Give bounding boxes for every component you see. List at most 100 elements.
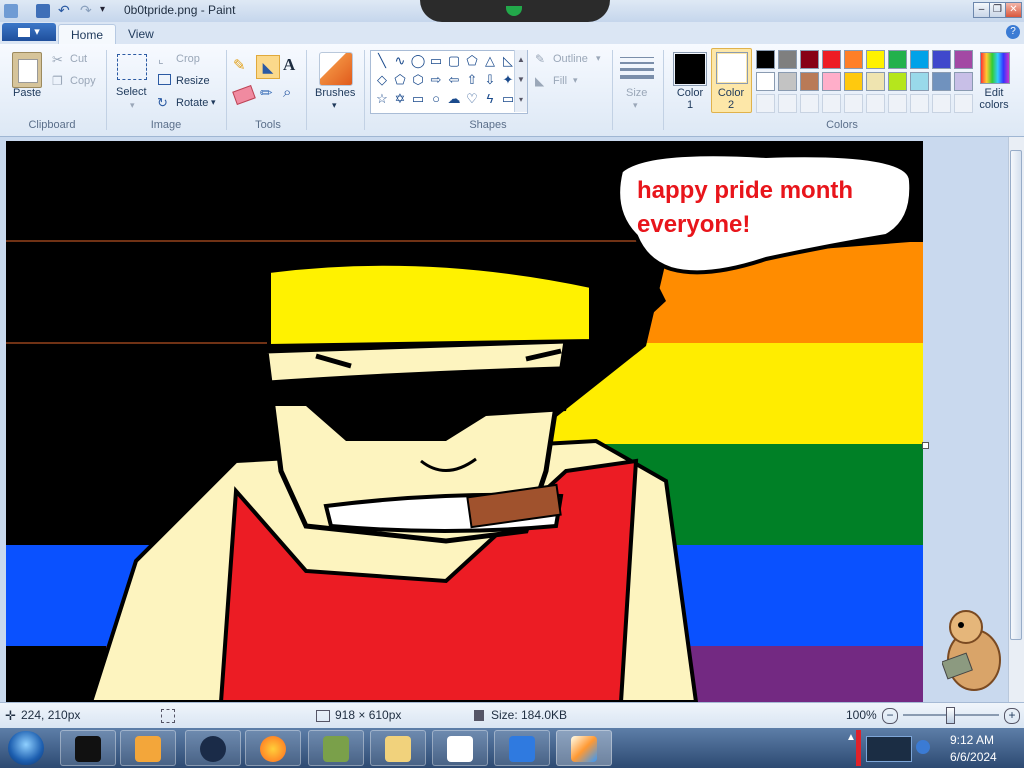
palette-swatch[interactable]: [954, 50, 973, 69]
hexagon-shape-icon[interactable]: ⬡: [410, 72, 426, 88]
tab-view[interactable]: View: [116, 24, 166, 44]
rotate-button[interactable]: Rotate: [176, 97, 208, 109]
palette-swatch[interactable]: [844, 72, 863, 91]
polygon-shape-icon[interactable]: ⬠: [464, 53, 480, 69]
palette-swatch[interactable]: [910, 50, 929, 69]
palette-empty-swatch[interactable]: [756, 94, 775, 113]
palette-empty-swatch[interactable]: [822, 94, 841, 113]
six-point-star-shape-icon[interactable]: ✡: [392, 91, 408, 107]
left-arrow-shape-icon[interactable]: ⇦: [446, 72, 462, 88]
magnifier-icon[interactable]: ⌕: [283, 84, 291, 101]
size-icon[interactable]: [620, 54, 654, 80]
size-button[interactable]: Size: [626, 87, 647, 99]
rotate-dropdown-icon[interactable]: ▾: [211, 97, 216, 108]
pentagon-shape-icon[interactable]: ⬠: [392, 72, 408, 88]
rect-callout-shape-icon[interactable]: ▭: [410, 91, 426, 107]
diamond-shape-icon[interactable]: ◇: [374, 72, 390, 88]
color-picker-icon[interactable]: ✏: [260, 84, 273, 102]
palette-swatch[interactable]: [756, 50, 775, 69]
palette-swatch[interactable]: [932, 50, 951, 69]
color2-button[interactable]: Color 2: [714, 87, 748, 111]
palette-swatch[interactable]: [844, 50, 863, 69]
pencil-icon[interactable]: ✎: [233, 56, 253, 76]
five-point-star-shape-icon[interactable]: ☆: [374, 91, 390, 107]
resize-button[interactable]: Resize: [176, 75, 210, 87]
shapes-scroll-icon[interactable]: ▲ ▼ ▾: [514, 50, 527, 112]
canvas-resize-handle[interactable]: [922, 442, 929, 449]
palette-empty-swatch[interactable]: [844, 94, 863, 113]
drawing-canvas[interactable]: happy pride month everyone!: [6, 141, 923, 702]
cloud-callout-shape-icon[interactable]: ☁: [446, 91, 462, 107]
palette-swatch[interactable]: [888, 72, 907, 91]
palette-empty-swatch[interactable]: [866, 94, 885, 113]
color1-button[interactable]: Color 1: [675, 87, 705, 111]
palette-empty-swatch[interactable]: [910, 94, 929, 113]
cut-button[interactable]: Cut: [70, 53, 87, 65]
palette-swatch[interactable]: [822, 72, 841, 91]
palette-swatch[interactable]: [822, 50, 841, 69]
tray-app-icon[interactable]: [916, 740, 930, 754]
select-button[interactable]: Select: [116, 86, 147, 98]
taskbar-item-globe[interactable]: [185, 730, 241, 766]
save-icon[interactable]: [36, 4, 50, 18]
palette-swatch[interactable]: [954, 72, 973, 91]
outline-dropdown-icon[interactable]: ▾: [596, 53, 601, 64]
minimize-button[interactable]: –: [973, 2, 990, 18]
fill-button[interactable]: Fill: [553, 75, 567, 87]
crop-button[interactable]: Crop: [176, 53, 200, 65]
palette-swatch[interactable]: [866, 50, 885, 69]
palette-swatch[interactable]: [910, 72, 929, 91]
curve-shape-icon[interactable]: ∿: [392, 53, 408, 69]
palette-swatch[interactable]: [932, 72, 951, 91]
color2-swatch[interactable]: [716, 52, 748, 84]
clock-time[interactable]: 9:12 AM: [950, 733, 994, 747]
palette-swatch[interactable]: [800, 50, 819, 69]
start-button[interactable]: [8, 731, 44, 765]
tray-expand-icon[interactable]: ▲: [846, 732, 856, 743]
help-icon[interactable]: ?: [1006, 25, 1020, 39]
paint-app-icon[interactable]: [4, 4, 18, 18]
palette-empty-swatch[interactable]: [888, 94, 907, 113]
palette-empty-swatch[interactable]: [778, 94, 797, 113]
brushes-icon[interactable]: [319, 52, 353, 86]
taskbar-item-hamster-box[interactable]: [308, 730, 364, 766]
close-button[interactable]: ✕: [1005, 2, 1022, 18]
app-menu-button[interactable]: ▾: [2, 23, 56, 41]
taskbar-item-paint[interactable]: [556, 730, 612, 766]
triangle-shape-icon[interactable]: △: [482, 53, 498, 69]
line-shape-icon[interactable]: ╲: [374, 53, 390, 69]
taskbar-item-solitaire[interactable]: [432, 730, 488, 766]
up-arrow-shape-icon[interactable]: ⇧: [464, 72, 480, 88]
palette-swatch[interactable]: [778, 50, 797, 69]
vertical-scrollbar-thumb[interactable]: [1010, 150, 1022, 640]
quick-access-dropdown-icon[interactable]: ▾: [100, 4, 105, 15]
paste-button[interactable]: Paste: [13, 87, 41, 99]
select-icon[interactable]: [117, 54, 147, 80]
oval-shape-icon[interactable]: ◯: [410, 53, 426, 69]
brushes-button[interactable]: Brushes: [315, 87, 355, 99]
palette-swatch[interactable]: [756, 72, 775, 91]
undo-icon[interactable]: ↶: [58, 2, 70, 19]
palette-empty-swatch[interactable]: [800, 94, 819, 113]
zoom-out-button[interactable]: −: [882, 708, 898, 724]
taskbar-item-firefox[interactable]: [245, 730, 301, 766]
copy-button[interactable]: Copy: [70, 75, 96, 87]
size-dropdown-icon[interactable]: ▾: [633, 100, 638, 111]
palette-swatch[interactable]: [866, 72, 885, 91]
clock-date[interactable]: 6/6/2024: [950, 750, 997, 764]
taskbar-item-media[interactable]: [120, 730, 176, 766]
taskbar-item-explorer[interactable]: [370, 730, 426, 766]
down-arrow-shape-icon[interactable]: ⇩: [482, 72, 498, 88]
brushes-dropdown-icon[interactable]: ▾: [332, 100, 337, 111]
color1-swatch[interactable]: [673, 52, 707, 86]
palette-swatch[interactable]: [800, 72, 819, 91]
oval-callout-shape-icon[interactable]: ○: [428, 91, 444, 107]
tab-home[interactable]: Home: [58, 24, 117, 45]
taskbar-item-app[interactable]: [494, 730, 550, 766]
fill-dropdown-icon[interactable]: ▾: [573, 75, 578, 86]
outline-button[interactable]: Outline: [553, 53, 588, 65]
text-tool-icon[interactable]: A: [283, 55, 295, 75]
network-icon[interactable]: [866, 736, 912, 762]
paste-icon[interactable]: [12, 52, 42, 88]
edit-colors-button[interactable]: Edit colors: [978, 87, 1010, 111]
